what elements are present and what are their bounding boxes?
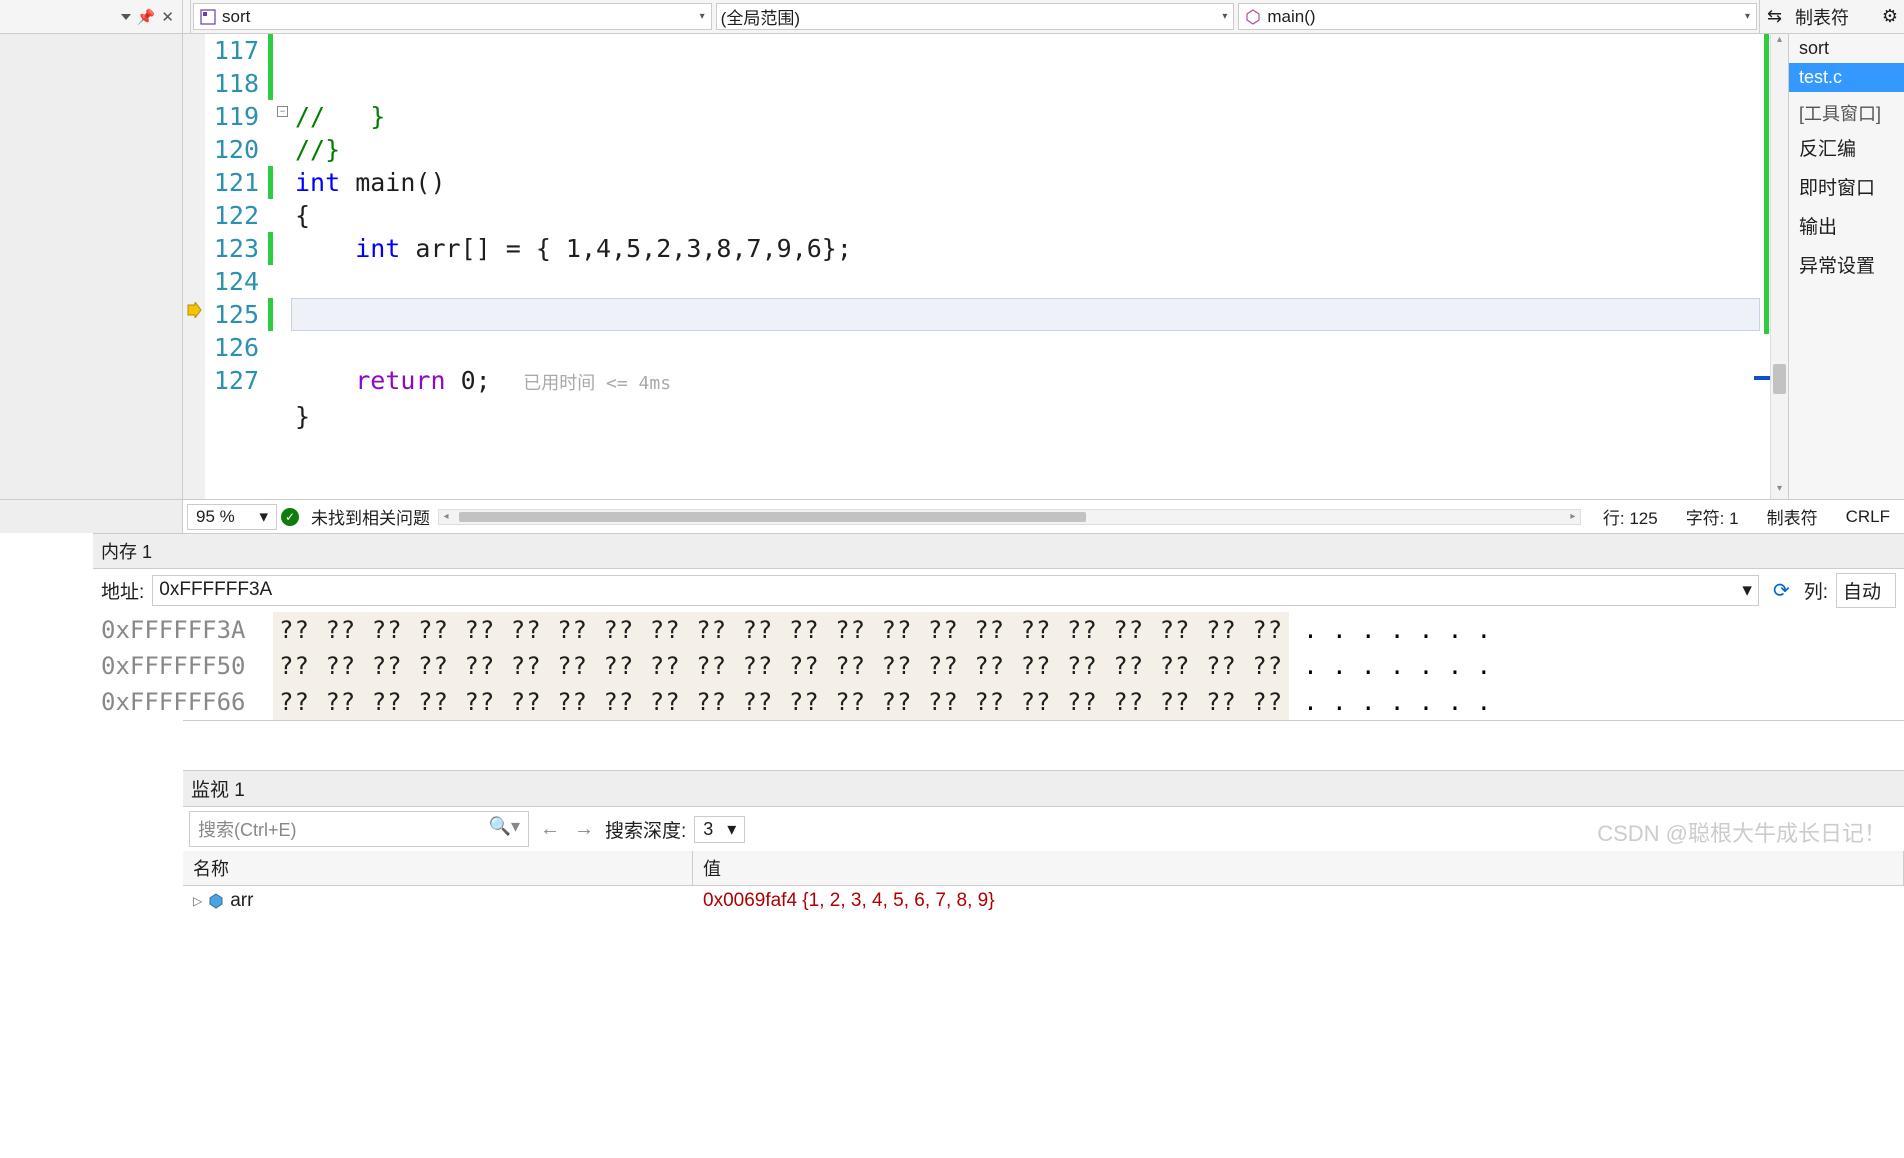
top-navigation-strip: 📌 ✕ sort ▾ (全局范围) ▾ main() ▾ ⇆ 制表符 ⚙ <box>0 0 1904 34</box>
toolwin-output[interactable]: 输出 <box>1789 206 1904 245</box>
search-depth-label: 搜索深度: <box>605 816 686 843</box>
function-dropdown-label: main() <box>1267 7 1745 27</box>
chevron-down-icon: ▾ <box>1742 579 1752 602</box>
chevron-down-icon: ▾ <box>700 11 705 22</box>
toolwin-disassembly[interactable]: 反汇编 <box>1789 128 1904 167</box>
close-icon[interactable]: ✕ <box>161 8 174 26</box>
memory-address: 0xFFFFFF50 <box>101 648 273 684</box>
expand-icon[interactable]: ▷ <box>193 894 202 908</box>
memory-ascii: . . . . . . . <box>1303 684 1491 720</box>
zoom-value: 95 % <box>196 507 235 527</box>
zoom-dropdown[interactable]: 95 % ▾ <box>187 504 277 530</box>
right-tool-window: sort test.c [工具窗口] 反汇编 即时窗口 输出 异常设置 <box>1789 34 1904 499</box>
change-indicator-left <box>267 34 275 499</box>
no-issues-label[interactable]: 未找到相关问题 <box>311 504 430 529</box>
watch-header-row: 名称 值 <box>183 851 1904 886</box>
refresh-icon[interactable]: ⟳ <box>1767 578 1796 603</box>
watch-col-value[interactable]: 值 <box>693 851 1904 885</box>
code-area[interactable]: // } //} int main() { int arr[] = { 1,4,… <box>291 34 1760 499</box>
right-panel-title: 制表符 <box>1795 4 1849 30</box>
global-scope-dropdown[interactable]: (全局范围) ▾ <box>716 3 1235 30</box>
solution-explorer-pane <box>0 34 183 499</box>
memory-row: 0xFFFFFF3A ?? ?? ?? ?? ?? ?? ?? ?? ?? ??… <box>93 612 1904 648</box>
chevron-down-icon: ▾ <box>259 507 268 527</box>
scroll-right-icon[interactable]: ▸ <box>1566 510 1580 524</box>
function-dropdown[interactable]: main() ▾ <box>1238 3 1757 30</box>
scroll-thumb[interactable] <box>1773 364 1786 394</box>
search-placeholder: 搜索(Ctrl+E) <box>198 816 297 842</box>
memory-bytes: ?? ?? ?? ?? ?? ?? ?? ?? ?? ?? ?? ?? ?? ?… <box>273 684 1289 720</box>
vertical-scrollbar[interactable]: ▴ ▾ <box>1770 34 1788 499</box>
address-label: 地址: <box>101 577 144 604</box>
memory-ascii: . . . . . . . <box>1303 648 1491 684</box>
search-depth-value: 3 <box>703 819 713 840</box>
swap-panes-button[interactable]: ⇆ <box>1759 0 1789 33</box>
search-next-button[interactable]: → <box>571 816 597 842</box>
check-icon: ✓ <box>281 508 299 526</box>
fold-toggle[interactable]: − <box>277 106 288 117</box>
eol-mode[interactable]: CRLF <box>1846 507 1890 527</box>
memory-address: 0xFFFFFF3A <box>101 612 273 648</box>
horizontal-scrollbar[interactable]: ◂ ▸ <box>438 509 1581 525</box>
code-editor: 117118119120121122123124125126127 − // }… <box>183 34 1789 499</box>
dropdown-icon[interactable] <box>121 14 131 20</box>
scroll-up-icon[interactable]: ▴ <box>1771 34 1788 50</box>
memory-bytes: ?? ?? ?? ?? ?? ?? ?? ?? ?? ?? ?? ?? ?? ?… <box>273 612 1289 648</box>
scope-dropdown[interactable]: sort ▾ <box>193 3 712 30</box>
chevron-down-icon: ▾ <box>727 819 736 840</box>
current-line-highlight <box>291 298 1760 331</box>
editor-status-bar: 95 % ▾ ✓ 未找到相关问题 ◂ ▸ 行: 125 字符: 1 制表符 CR… <box>0 499 1904 533</box>
variable-icon <box>208 893 224 909</box>
breadcrumb-file[interactable]: test.c <box>1789 63 1904 92</box>
pin-icon[interactable]: 📌 <box>137 8 156 26</box>
perf-hint: 已用时间 <= 4ms <box>491 373 671 394</box>
address-value: 0xFFFFFF3A <box>159 579 272 602</box>
memory-row: 0xFFFFFF66 ?? ?? ?? ?? ?? ?? ?? ?? ?? ??… <box>93 684 1904 720</box>
address-input[interactable]: 0xFFFFFF3A ▾ <box>152 575 1759 606</box>
watch-col-name[interactable]: 名称 <box>183 851 693 885</box>
solution-explorer-header: 📌 ✕ <box>0 0 183 33</box>
memory-bytes: ?? ?? ?? ?? ?? ?? ?? ?? ?? ?? ?? ?? ?? ?… <box>273 648 1289 684</box>
scope-dropdown-label: sort <box>222 7 700 27</box>
memory-row: 0xFFFFFF50 ?? ?? ?? ?? ?? ?? ?? ?? ?? ??… <box>93 648 1904 684</box>
watch-panel-title: 监视 1 <box>183 771 1904 807</box>
fold-gutter[interactable]: − <box>275 34 291 499</box>
cursor-char[interactable]: 字符: 1 <box>1686 504 1739 529</box>
current-line-arrow-icon <box>186 302 202 318</box>
chevron-down-icon: ▾ <box>1745 11 1750 22</box>
global-scope-label: (全局范围) <box>721 4 1223 29</box>
indent-mode[interactable]: 制表符 <box>1767 504 1818 529</box>
tool-window-section: [工具窗口] <box>1789 92 1904 128</box>
watch-var-value: 0x0069faf4 {1, 2, 3, 4, 5, 6, 7, 8, 9} <box>693 886 1904 916</box>
columns-dropdown[interactable]: 自动 <box>1836 573 1896 608</box>
line-number-gutter: 117118119120121122123124125126127 <box>205 34 267 499</box>
memory-address: 0xFFFFFF66 <box>101 684 273 720</box>
module-icon <box>198 7 218 27</box>
search-depth-dropdown[interactable]: 3 ▾ <box>694 816 745 843</box>
breakpoint-gutter[interactable] <box>183 34 205 499</box>
chevron-down-icon: ▾ <box>1222 11 1227 22</box>
gear-icon[interactable]: ⚙ <box>1882 6 1898 27</box>
watch-search-input[interactable]: 搜索(Ctrl+E) 🔍▾ <box>189 811 529 847</box>
change-indicator-right <box>1760 34 1770 499</box>
toolwin-immediate[interactable]: 即时窗口 <box>1789 167 1904 206</box>
search-icon[interactable]: 🔍▾ <box>489 816 520 842</box>
right-panel-header: 制表符 ⚙ <box>1789 0 1904 33</box>
memory-ascii: . . . . . . . <box>1303 612 1491 648</box>
method-icon <box>1243 7 1263 27</box>
scroll-down-icon[interactable]: ▾ <box>1771 483 1788 499</box>
watermark: CSDN @聪根大牛成长日记！ <box>1597 816 1886 848</box>
scroll-thumb[interactable] <box>459 512 1086 522</box>
memory-panel-title: 内存 1 <box>93 534 1904 569</box>
breadcrumb-sort[interactable]: sort <box>1789 34 1904 63</box>
watch-row[interactable]: ▷ arr 0x0069faf4 {1, 2, 3, 4, 5, 6, 7, 8… <box>183 886 1904 916</box>
cursor-line[interactable]: 行: 125 <box>1603 504 1658 529</box>
search-prev-button[interactable]: ← <box>537 816 563 842</box>
columns-label: 列: <box>1804 577 1828 604</box>
memory-panel: 内存 1 地址: 0xFFFFFF3A ▾ ⟳ 列: 自动 0xFFFFFF3A… <box>93 533 1904 720</box>
scroll-left-icon[interactable]: ◂ <box>439 510 453 524</box>
watch-var-name: arr <box>230 890 253 912</box>
toolwin-exception[interactable]: 异常设置 <box>1789 245 1904 284</box>
